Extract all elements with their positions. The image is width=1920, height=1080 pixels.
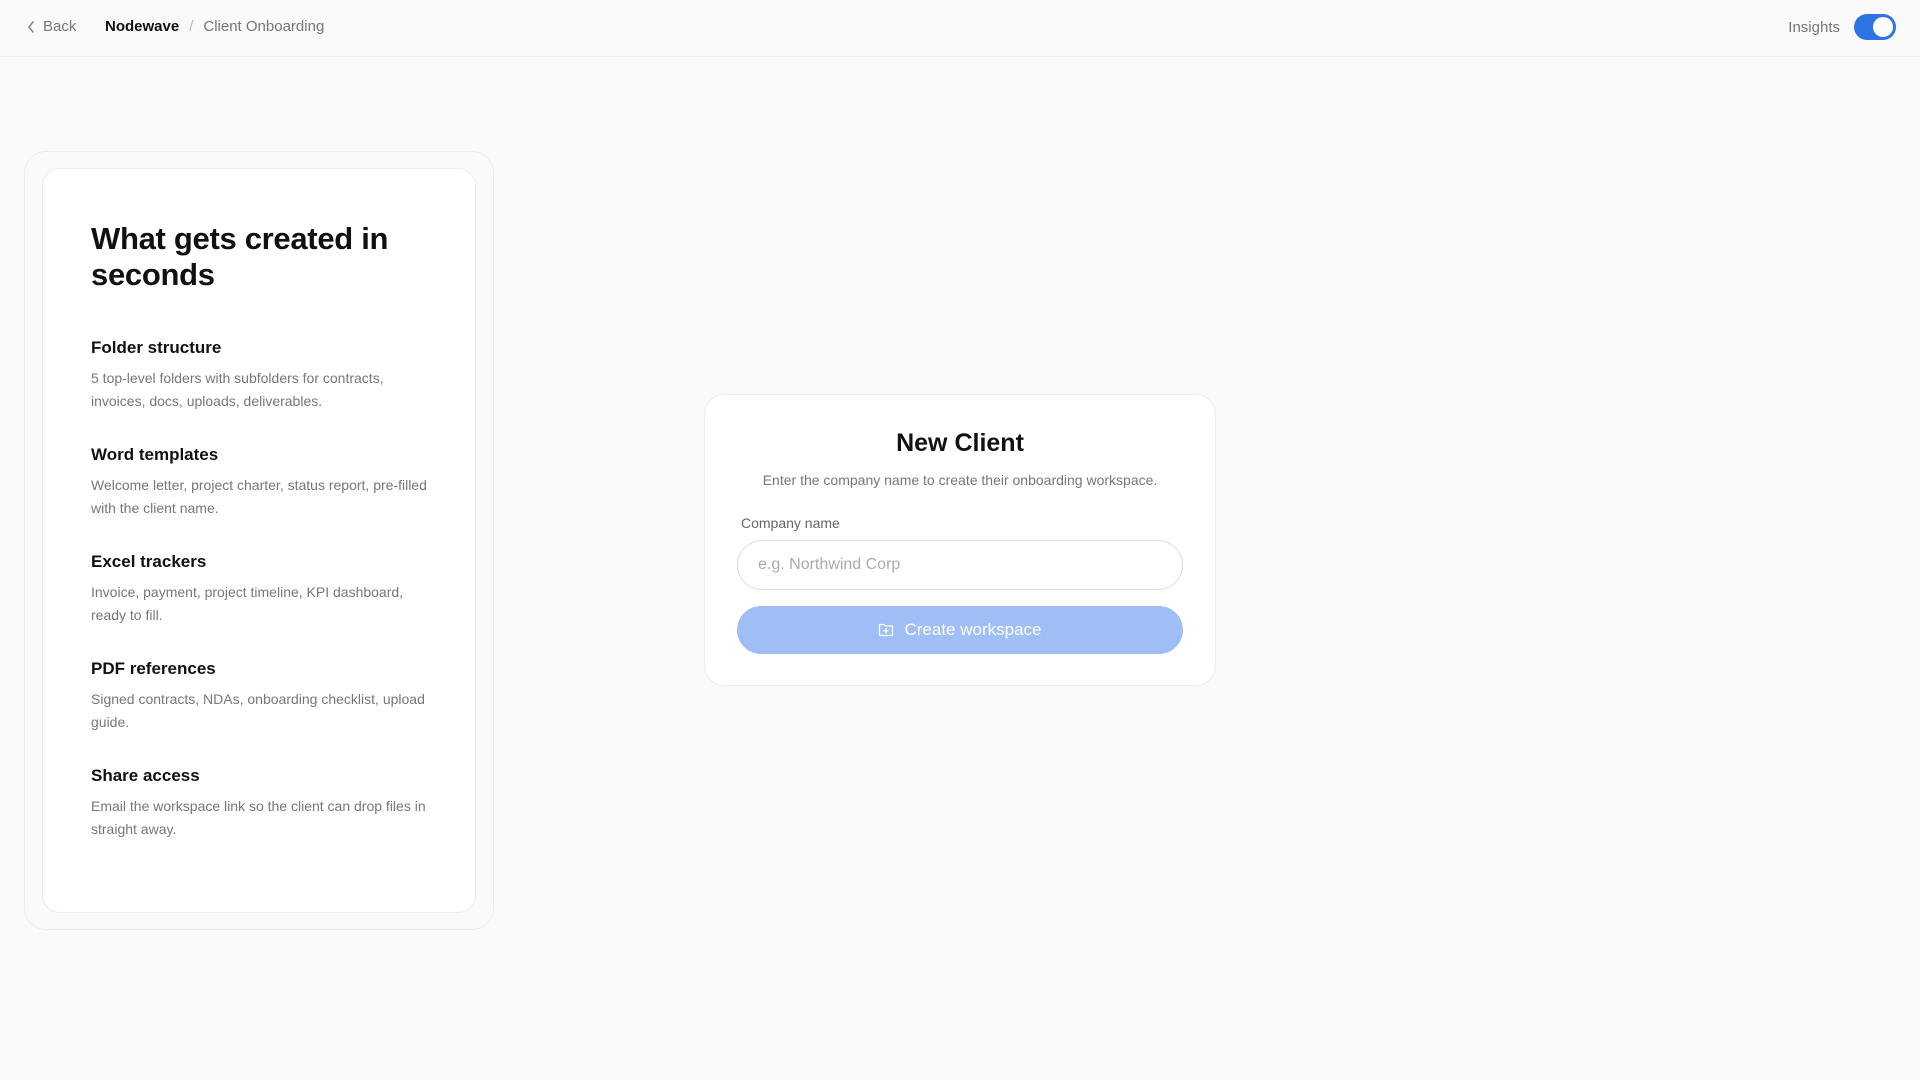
insights-label: Insights — [1788, 18, 1840, 36]
feature-title: PDF references — [91, 659, 216, 678]
toggle-knob — [1873, 17, 1893, 37]
breadcrumb-current: Client Onboarding — [203, 18, 325, 35]
feature-description: Email the workspace link so the client c… — [91, 798, 426, 837]
company-name-input[interactable] — [758, 556, 1182, 574]
feature-list: Folder structure 5 top-level folders wit… — [91, 338, 427, 841]
feature-item: Excel trackers Invoice, payment, project… — [91, 552, 427, 627]
info-panel: What gets created in seconds Folder stru… — [24, 151, 494, 930]
feature-item: Share access Email the workspace link so… — [91, 766, 427, 841]
top-bar: Back Nodewave / Client Onboarding Insigh… — [0, 0, 1920, 57]
insights-toggle[interactable] — [1854, 14, 1896, 40]
new-client-card: New Client Enter the company name to cre… — [704, 394, 1216, 686]
feature-description: Invoice, payment, project timeline, KPI … — [91, 584, 404, 623]
company-name-field — [737, 540, 1183, 590]
insights-control: Insights — [1788, 14, 1896, 40]
card-title: New Client — [896, 429, 1024, 457]
feature-description: Welcome letter, project charter, status … — [91, 477, 427, 516]
breadcrumb-root[interactable]: Nodewave — [105, 18, 179, 35]
back-button[interactable]: Back — [27, 18, 76, 35]
back-label: Back — [43, 18, 77, 35]
create-workspace-label: Create workspace — [904, 620, 1042, 639]
folder-plus-icon — [879, 623, 894, 637]
company-name-label: Company name — [741, 515, 840, 531]
feature-item: Word templates Welcome letter, project c… — [91, 445, 427, 520]
feature-description: 5 top-level folders with subfolders for … — [91, 370, 384, 409]
feature-title: Folder structure — [91, 338, 222, 357]
card-subtitle: Enter the company name to create their o… — [762, 472, 1158, 488]
chevron-left-icon — [28, 20, 34, 33]
info-panel-card: What gets created in seconds Folder stru… — [42, 168, 476, 913]
feature-item: Folder structure 5 top-level folders wit… — [91, 338, 427, 413]
breadcrumb: Nodewave / Client Onboarding — [105, 18, 324, 35]
breadcrumb-separator: / — [189, 18, 194, 35]
feature-item: PDF references Signed contracts, NDAs, o… — [91, 659, 427, 734]
feature-title: Word templates — [91, 445, 219, 464]
info-panel-title: What gets created in seconds — [91, 221, 389, 292]
feature-title: Share access — [91, 766, 200, 785]
feature-title: Excel trackers — [91, 552, 207, 571]
feature-description: Signed contracts, NDAs, onboarding check… — [91, 691, 425, 730]
create-workspace-button[interactable]: Create workspace — [737, 606, 1183, 654]
